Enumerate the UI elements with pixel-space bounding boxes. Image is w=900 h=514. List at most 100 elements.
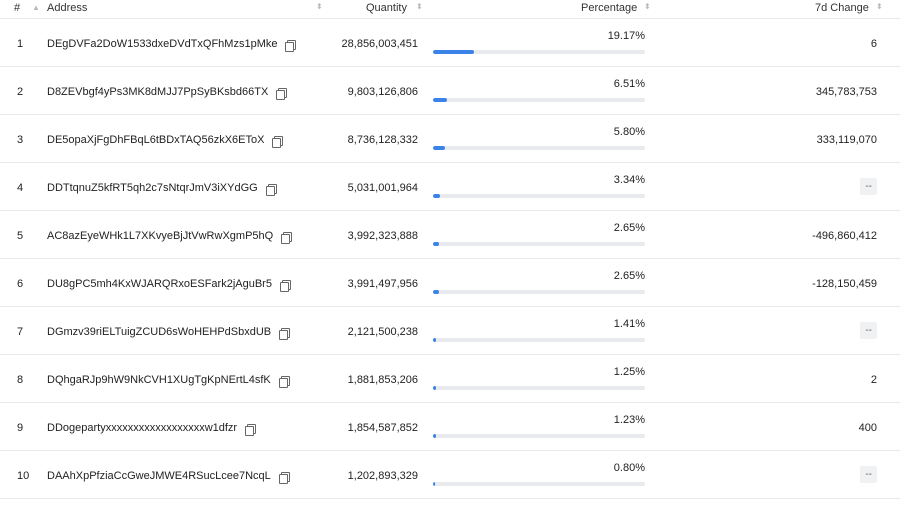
address-cell: DDTtqnuZ5kfRT5qh2c7sNtqrJmV3iXYdGG xyxy=(47,182,277,196)
percentage-bar-fill xyxy=(433,98,447,102)
table-header: # ▲ Address ⬍ Quantity ⬍ Percentage ⬍ 7d… xyxy=(0,0,900,19)
quantity-cell: 9,803,126,806 xyxy=(347,86,418,98)
address-cell: DAAhXpPfziaCcGweJMWE4RSucLcee7NcqL xyxy=(47,470,290,484)
address-link[interactable]: DAAhXpPfziaCcGweJMWE4RSucLcee7NcqL xyxy=(47,470,271,482)
table-row: 5 AC8azEyeWHk1L7XKvyeBjJtVwRwXgmP5hQ 3,992… xyxy=(0,211,900,259)
rank-cell: 7 xyxy=(17,326,24,338)
quantity-cell: 28,856,003,451 xyxy=(341,38,418,50)
percentage-sort-icon[interactable]: ⬍ xyxy=(644,3,651,11)
quantity-cell: 3,991,497,956 xyxy=(347,278,418,290)
percentage-column-header[interactable]: Percentage xyxy=(581,2,637,14)
change-cell: -128,150,459 xyxy=(812,278,877,290)
copy-icon[interactable] xyxy=(272,136,284,148)
percentage-bar-fill xyxy=(433,290,439,294)
quantity-cell: 1,854,587,852 xyxy=(347,422,418,434)
copy-icon[interactable] xyxy=(278,472,290,484)
percentage-bar xyxy=(433,434,645,438)
quantity-sort-icon[interactable]: ⬍ xyxy=(416,3,423,11)
change-cell: -- xyxy=(860,466,877,483)
percentage-bar xyxy=(433,146,645,150)
percentage-bar xyxy=(433,98,645,102)
percentage-value: 19.17% xyxy=(607,30,645,42)
change-cell: 6 xyxy=(870,38,877,50)
address-sort-icon[interactable]: ⬍ xyxy=(316,3,323,11)
percentage-bar xyxy=(433,338,645,342)
copy-icon[interactable] xyxy=(279,280,291,292)
sort-ascending-icon[interactable]: ▲ xyxy=(32,4,40,12)
percentage-bar xyxy=(433,482,645,486)
address-link[interactable]: D8ZEVbgf4yPs3MK8dMJJ7PpSyBKsbd66TX xyxy=(47,86,268,98)
copy-icon[interactable] xyxy=(245,424,257,436)
address-cell: DGmzv39riELTuigZCUD6sWoHEHPdSbxdUB xyxy=(47,326,291,340)
table-row: 2 D8ZEVbgf4yPs3MK8dMJJ7PpSyBKsbd66TX 9,803… xyxy=(0,67,900,115)
holders-table: # ▲ Address ⬍ Quantity ⬍ Percentage ⬍ 7d… xyxy=(0,0,900,499)
percentage-bar-fill xyxy=(433,194,441,198)
quantity-cell: 2,121,500,238 xyxy=(347,326,418,338)
copy-icon[interactable] xyxy=(279,328,291,340)
address-link[interactable]: DQhgaRJp9hW9NkCVH1XUgTgKpNErtL4sfK xyxy=(47,374,271,386)
change-sort-icon[interactable]: ⬍ xyxy=(876,3,883,11)
table-row: 3 DE5opaXjFgDhFBqL6tBDxTAQ56zkX6EToX 8,736… xyxy=(0,115,900,163)
quantity-cell: 3,992,323,888 xyxy=(347,230,418,242)
change-column-header[interactable]: 7d Change xyxy=(815,2,869,14)
percentage-value: 1.23% xyxy=(613,414,645,426)
address-cell: DDogepartyxxxxxxxxxxxxxxxxxxw1dfzr xyxy=(47,422,257,436)
address-link[interactable]: DDTtqnuZ5kfRT5qh2c7sNtqrJmV3iXYdGG xyxy=(47,182,258,194)
percentage-bar xyxy=(433,290,645,294)
address-cell: DEgDVFa2DoW1533dxeDVdTxQFhMzs1pMke xyxy=(47,38,297,52)
address-link[interactable]: DGmzv39riELTuigZCUD6sWoHEHPdSbxdUB xyxy=(47,326,271,338)
percentage-bar xyxy=(433,386,645,390)
address-cell: DQhgaRJp9hW9NkCVH1XUgTgKpNErtL4sfK xyxy=(47,374,290,388)
percentage-bar-fill xyxy=(433,242,439,246)
copy-icon[interactable] xyxy=(281,232,293,244)
rank-cell: 8 xyxy=(17,374,24,386)
copy-icon[interactable] xyxy=(276,88,288,100)
rank-cell: 10 xyxy=(17,470,30,482)
rank-cell: 2 xyxy=(17,86,24,98)
percentage-value: 5.80% xyxy=(613,126,645,138)
table-row: 1 DEgDVFa2DoW1533dxeDVdTxQFhMzs1pMke 28,85… xyxy=(0,19,900,67)
change-cell: 2 xyxy=(870,374,877,386)
address-column-header[interactable]: Address xyxy=(47,2,87,14)
quantity-cell: 1,881,853,206 xyxy=(347,374,418,386)
address-link[interactable]: DU8gPC5mh4KxWJARQRxoESFark2jAguBr5 xyxy=(47,278,272,290)
percentage-value: 1.25% xyxy=(613,366,645,378)
address-link[interactable]: DE5opaXjFgDhFBqL6tBDxTAQ56zkX6EToX xyxy=(47,134,264,146)
quantity-cell: 1,202,893,329 xyxy=(347,470,418,482)
rank-cell: 5 xyxy=(17,230,24,242)
percentage-bar-fill xyxy=(433,50,474,54)
percentage-value: 6.51% xyxy=(613,78,645,90)
copy-icon[interactable] xyxy=(265,184,277,196)
quantity-cell: 8,736,128,332 xyxy=(347,134,418,146)
table-row: 10 DAAhXpPfziaCcGweJMWE4RSucLcee7NcqL 1,20… xyxy=(0,451,900,499)
table-row: 4 DDTtqnuZ5kfRT5qh2c7sNtqrJmV3iXYdGG 5,031… xyxy=(0,163,900,211)
rank-column-header[interactable]: # xyxy=(14,2,20,14)
percentage-bar xyxy=(433,242,645,246)
address-link[interactable]: DEgDVFa2DoW1533dxeDVdTxQFhMzs1pMke xyxy=(47,38,277,50)
change-cell: 345,783,753 xyxy=(815,86,877,98)
table-row: 7 DGmzv39riELTuigZCUD6sWoHEHPdSbxdUB 2,121… xyxy=(0,307,900,355)
rank-cell: 1 xyxy=(17,38,24,50)
change-cell: -- xyxy=(860,322,877,339)
address-link[interactable]: DDogepartyxxxxxxxxxxxxxxxxxxw1dfzr xyxy=(47,422,237,434)
table-body: 1 DEgDVFa2DoW1533dxeDVdTxQFhMzs1pMke 28,85… xyxy=(0,19,900,499)
percentage-bar-fill xyxy=(433,482,435,486)
percentage-bar-fill xyxy=(433,146,446,150)
table-row: 6 DU8gPC5mh4KxWJARQRxoESFark2jAguBr5 3,991… xyxy=(0,259,900,307)
change-cell: 400 xyxy=(858,422,877,434)
percentage-value: 1.41% xyxy=(613,318,645,330)
change-cell: 333,119,070 xyxy=(816,134,877,146)
address-cell: DU8gPC5mh4KxWJARQRxoESFark2jAguBr5 xyxy=(47,278,291,292)
address-link[interactable]: AC8azEyeWHk1L7XKvyeBjJtVwRwXgmP5hQ xyxy=(47,230,273,242)
copy-icon[interactable] xyxy=(278,376,290,388)
percentage-bar xyxy=(433,50,645,54)
address-cell: AC8azEyeWHk1L7XKvyeBjJtVwRwXgmP5hQ xyxy=(47,230,293,244)
rank-cell: 3 xyxy=(17,134,24,146)
address-cell: D8ZEVbgf4yPs3MK8dMJJ7PpSyBKsbd66TX xyxy=(47,86,288,100)
rank-cell: 9 xyxy=(17,422,24,434)
percentage-bar-fill xyxy=(433,338,436,342)
quantity-column-header[interactable]: Quantity xyxy=(366,2,407,14)
address-cell: DE5opaXjFgDhFBqL6tBDxTAQ56zkX6EToX xyxy=(47,134,284,148)
copy-icon[interactable] xyxy=(285,40,297,52)
table-row: 8 DQhgaRJp9hW9NkCVH1XUgTgKpNErtL4sfK 1,881… xyxy=(0,355,900,403)
